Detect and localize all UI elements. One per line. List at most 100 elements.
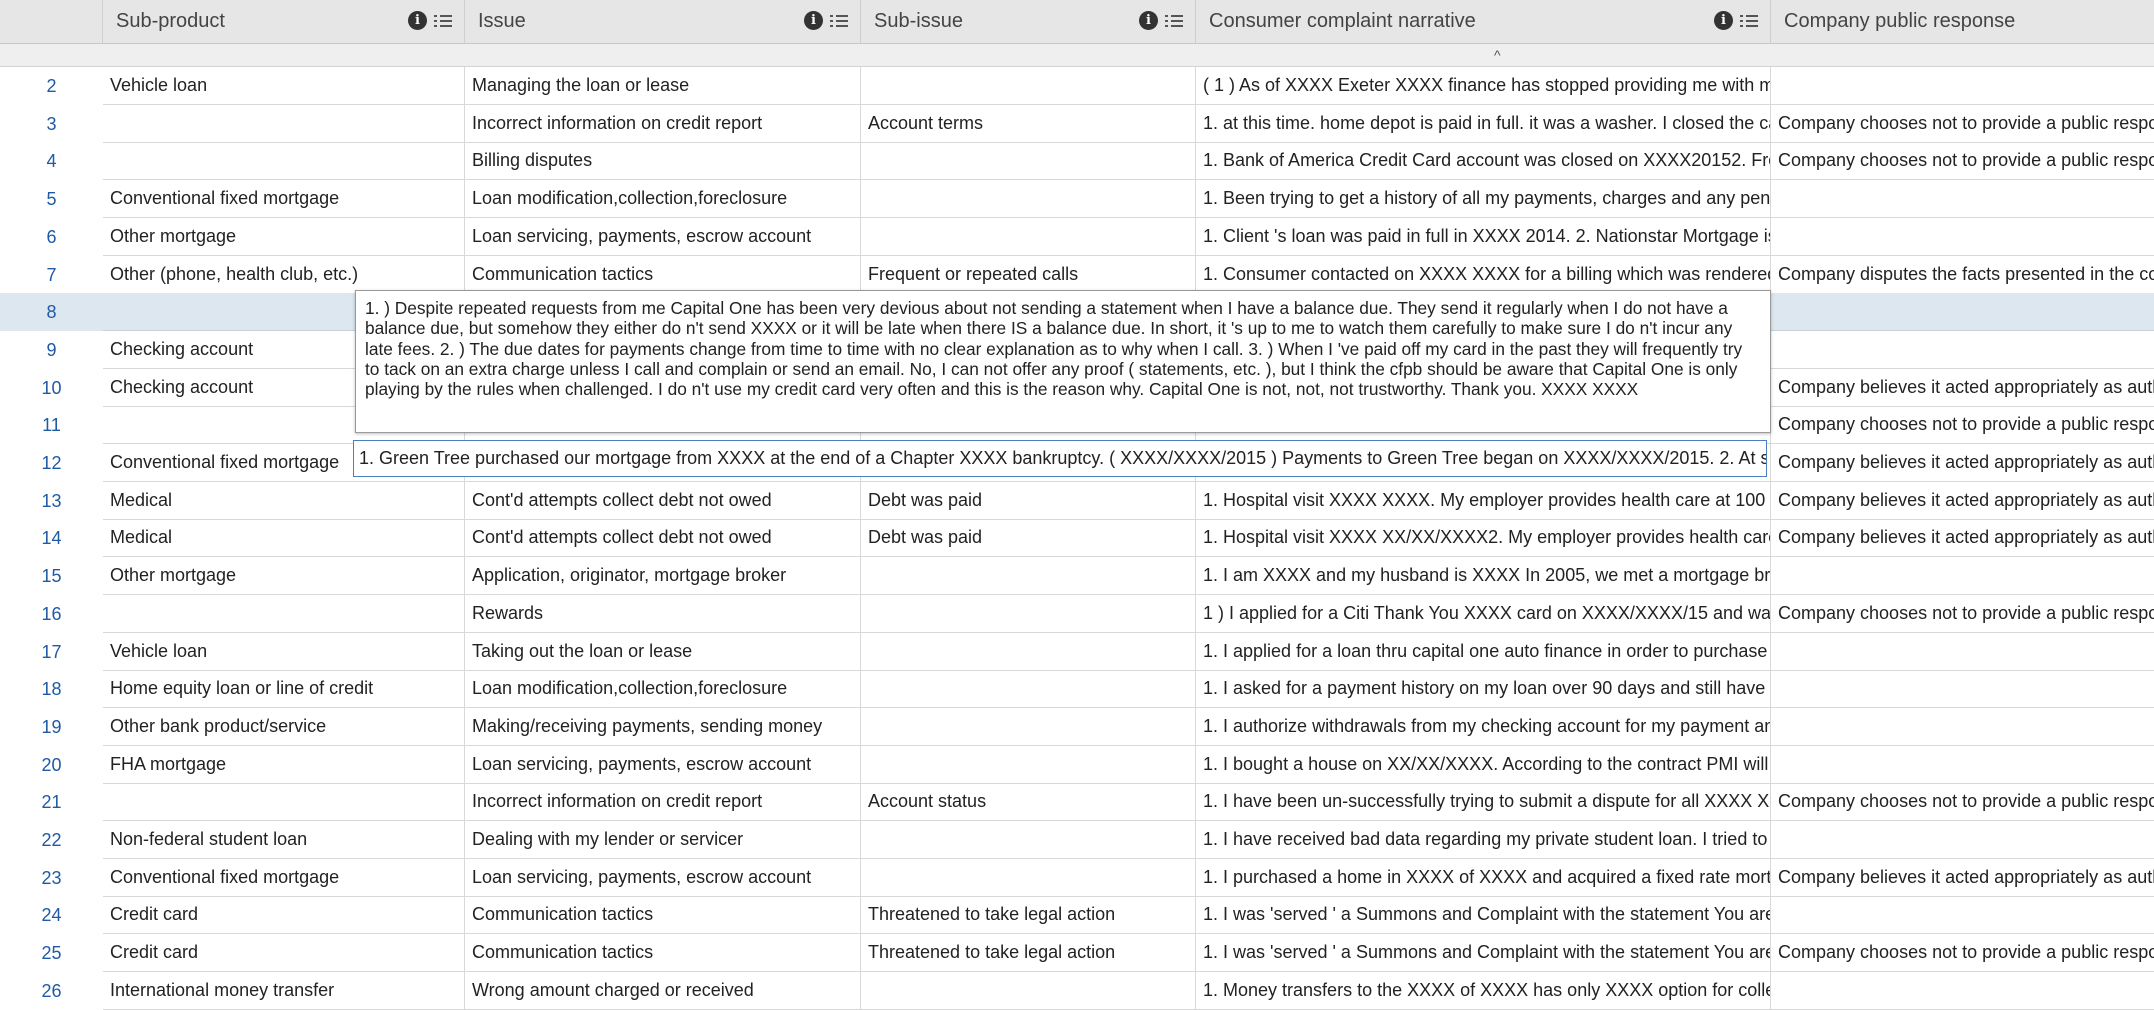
cell-narrative[interactable]: 1. Bank of America Credit Card account w… xyxy=(1196,142,1771,181)
cell-public-response[interactable]: Company disputes the facts presented in … xyxy=(1771,256,2154,294)
expanded-narrative-popup[interactable]: 1. ) Despite repeated requests from me C… xyxy=(355,290,1771,433)
cell-narrative[interactable]: 1. Client 's loan was paid in full in XX… xyxy=(1196,217,1771,256)
cell-issue[interactable]: Communication tactics xyxy=(465,255,861,294)
cell-sub-product[interactable]: Medical xyxy=(103,519,465,558)
cell-sub-issue[interactable] xyxy=(861,142,1196,181)
info-icon[interactable]: i xyxy=(408,11,427,30)
cell-public-response[interactable]: Company chooses not to provide a public … xyxy=(1771,595,2154,633)
cell-narrative[interactable]: 1. Hospital visit XXXX XXXX. My employer… xyxy=(1196,481,1771,520)
cell-narrative[interactable]: 1. I was 'served ' a Summons and Complai… xyxy=(1196,896,1771,935)
cell-public-response[interactable] xyxy=(1771,331,2154,369)
cell-narrative[interactable]: 1. I purchased a home in XXXX of XXXX an… xyxy=(1196,858,1771,897)
cell-issue[interactable]: Making/receiving payments, sending money xyxy=(465,707,861,746)
cell-sub-issue[interactable] xyxy=(861,670,1196,709)
table-row[interactable]: 24 Credit card Communication tactics Threat… xyxy=(0,896,2154,935)
column-menu-icon[interactable] xyxy=(434,13,452,29)
cell-sub-product[interactable] xyxy=(103,104,465,143)
table-row[interactable]: 3 Incorrect information on credit report A… xyxy=(0,104,2154,143)
cell-narrative[interactable]: 1. Consumer contacted on XXXX XXXX for a… xyxy=(1196,255,1771,294)
cell-sub-product[interactable]: Other bank product/service xyxy=(103,707,465,746)
cell-issue[interactable]: Rewards xyxy=(465,594,861,633)
cell-issue[interactable]: Dealing with my lender or servicer xyxy=(465,821,861,859)
cell-public-response[interactable] xyxy=(1771,972,2154,1010)
cell-sub-product[interactable] xyxy=(103,142,465,181)
cell-public-response[interactable]: Company chooses not to provide a public … xyxy=(1771,934,2154,973)
cell-public-response[interactable] xyxy=(1771,746,2154,784)
table-row[interactable]: 20 FHA mortgage Loan servicing, payments, … xyxy=(0,745,2154,784)
table-row[interactable]: 16 Rewards 1 ) I applied for a Citi Thank … xyxy=(0,594,2154,633)
narrative-edit-field[interactable]: 1. Green Tree purchased our mortgage fro… xyxy=(353,440,1767,477)
cell-sub-issue[interactable] xyxy=(861,707,1196,746)
cell-sub-product[interactable]: Other (phone, health club, etc.) xyxy=(103,255,465,294)
cell-sub-issue[interactable] xyxy=(861,557,1196,596)
info-icon[interactable]: i xyxy=(1139,11,1158,30)
cell-sub-product[interactable]: Conventional fixed mortgage xyxy=(103,858,465,897)
column-header-public-response[interactable]: Company public response xyxy=(1771,0,2154,43)
cell-sub-product[interactable] xyxy=(103,783,465,822)
cell-issue[interactable]: Managing the loan or lease xyxy=(465,67,861,105)
table-row[interactable]: 26 International money transfer Wrong amou… xyxy=(0,971,2154,1010)
cell-public-response[interactable] xyxy=(1771,633,2154,671)
cell-issue[interactable]: Communication tactics xyxy=(465,896,861,935)
cell-narrative[interactable]: 1. I bought a house on XX/XX/XXXX. Accor… xyxy=(1196,745,1771,784)
sort-ascending-icon[interactable]: ^ xyxy=(1494,48,1501,62)
cell-sub-issue[interactable]: Debt was paid xyxy=(861,519,1196,558)
cell-narrative[interactable]: 1. at this time. home depot is paid in f… xyxy=(1196,104,1771,143)
cell-sub-product[interactable]: International money transfer xyxy=(103,971,465,1010)
cell-public-response[interactable] xyxy=(1771,896,2154,935)
cell-issue[interactable]: Loan servicing, payments, escrow account xyxy=(465,217,861,256)
table-row[interactable]: 7 Other (phone, health club, etc.) Communi… xyxy=(0,255,2154,294)
column-menu-icon[interactable] xyxy=(1740,13,1758,29)
cell-sub-issue[interactable] xyxy=(861,745,1196,784)
cell-issue[interactable]: Billing disputes xyxy=(465,142,861,181)
cell-issue[interactable]: Incorrect information on credit report xyxy=(465,783,861,822)
column-header-narrative[interactable]: Consumer complaint narrative i xyxy=(1196,0,1771,43)
cell-issue[interactable]: Loan servicing, payments, escrow account xyxy=(465,858,861,897)
cell-sub-product[interactable]: Conventional fixed mortgage xyxy=(103,180,465,219)
cell-sub-issue[interactable]: Account status xyxy=(861,783,1196,822)
cell-narrative[interactable]: 1. I have been un-successfully trying to… xyxy=(1196,783,1771,822)
cell-public-response[interactable] xyxy=(1771,708,2154,746)
cell-narrative[interactable]: 1. I applied for a loan thru capital one… xyxy=(1196,632,1771,671)
cell-sub-issue[interactable]: Threatened to take legal action xyxy=(861,934,1196,973)
cell-sub-issue[interactable] xyxy=(861,821,1196,859)
cell-issue[interactable]: Cont'd attempts collect debt not owed xyxy=(465,519,861,558)
cell-issue[interactable]: Taking out the loan or lease xyxy=(465,632,861,671)
cell-sub-product[interactable]: Home equity loan or line of credit xyxy=(103,670,465,709)
info-icon[interactable]: i xyxy=(1714,11,1733,30)
column-menu-icon[interactable] xyxy=(830,13,848,29)
table-row[interactable]: 17 Vehicle loan Taking out the loan or lea… xyxy=(0,632,2154,671)
cell-public-response[interactable]: Company believes it acted appropriately … xyxy=(1771,482,2154,520)
cell-narrative[interactable]: 1. Money transfers to the XXXX of XXXX h… xyxy=(1196,971,1771,1010)
cell-public-response[interactable]: Company chooses not to provide a public … xyxy=(1771,783,2154,822)
cell-sub-issue[interactable]: Threatened to take legal action xyxy=(861,896,1196,935)
table-row[interactable]: 22 Non-federal student loan Dealing with m… xyxy=(0,821,2154,859)
table-row[interactable]: 15 Other mortgage Application, originator,… xyxy=(0,557,2154,596)
cell-issue[interactable]: Loan modification,collection,foreclosure xyxy=(465,670,861,709)
cell-narrative[interactable]: 1. I am XXXX and my husband is XXXX In 2… xyxy=(1196,557,1771,596)
cell-narrative[interactable]: 1 ) I applied for a Citi Thank You XXXX … xyxy=(1196,594,1771,633)
column-header-sub-product[interactable]: Sub-product i xyxy=(103,0,465,43)
cell-narrative[interactable]: ( 1 ) As of XXXX Exeter XXXX finance has… xyxy=(1196,67,1771,105)
cell-narrative[interactable]: 1. I have received bad data regarding my… xyxy=(1196,821,1771,859)
cell-sub-product[interactable]: Non-federal student loan xyxy=(103,821,465,859)
table-row[interactable]: 4 Billing disputes 1. Bank of America Cred… xyxy=(0,142,2154,181)
cell-public-response[interactable] xyxy=(1771,180,2154,219)
cell-sub-product[interactable]: Medical xyxy=(103,481,465,520)
cell-public-response[interactable] xyxy=(1771,670,2154,709)
cell-public-response[interactable] xyxy=(1771,293,2154,332)
cell-narrative[interactable]: 1. Been trying to get a history of all m… xyxy=(1196,180,1771,219)
cell-public-response[interactable]: Company believes it acted appropriately … xyxy=(1771,369,2154,407)
cell-public-response[interactable]: Company believes it acted appropriately … xyxy=(1771,519,2154,558)
info-icon[interactable]: i xyxy=(804,11,823,30)
cell-public-response[interactable]: Company chooses not to provide a public … xyxy=(1771,142,2154,181)
cell-narrative[interactable]: 1. Hospital visit XXXX XX/XX/XXXX2. My e… xyxy=(1196,519,1771,558)
cell-public-response[interactable] xyxy=(1771,67,2154,105)
cell-issue[interactable]: Cont'd attempts collect debt not owed xyxy=(465,481,861,520)
cell-sub-product[interactable]: Credit card xyxy=(103,896,465,935)
cell-public-response[interactable]: Company chooses not to provide a public … xyxy=(1771,406,2154,445)
table-row[interactable]: 13 Medical Cont'd attempts collect debt no… xyxy=(0,481,2154,520)
cell-sub-issue[interactable] xyxy=(861,217,1196,256)
cell-issue[interactable]: Incorrect information on credit report xyxy=(465,104,861,143)
cell-sub-product[interactable]: FHA mortgage xyxy=(103,745,465,784)
